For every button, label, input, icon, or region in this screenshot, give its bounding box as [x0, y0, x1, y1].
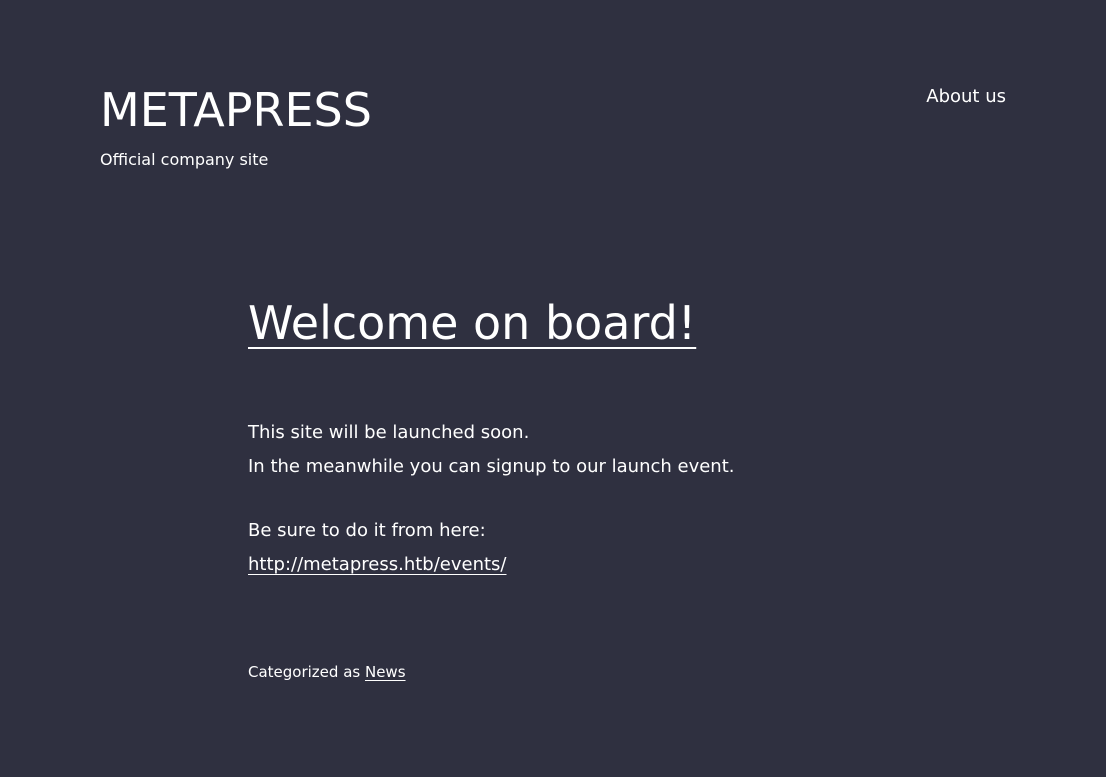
post-events-paragraph: http://metapress.htb/events/ [248, 548, 948, 582]
categorized-label: Categorized as [248, 663, 365, 681]
post-content: This site will be launched soon. In the … [248, 416, 948, 582]
post-line-instruction: Be sure to do it from here: [248, 520, 486, 541]
post-meta: Categorized as News [248, 660, 406, 684]
category-link-news[interactable]: News [365, 663, 406, 681]
nav-link-about-us[interactable]: About us [926, 86, 1006, 107]
post-title: Welcome on board! [248, 290, 948, 356]
site-title[interactable]: METAPRESS [100, 80, 372, 140]
post: Welcome on board! This site will be laun… [248, 290, 948, 681]
post-line-signup: In the meanwhile you can signup to our l… [248, 456, 735, 477]
site-header: METAPRESS Official company site About us [100, 80, 1006, 180]
events-link[interactable]: http://metapress.htb/events/ [248, 554, 507, 575]
post-line-launch: This site will be launched soon. [248, 422, 530, 443]
site-tagline: Official company site [100, 150, 269, 169]
post-title-link[interactable]: Welcome on board! [248, 296, 696, 350]
primary-nav: About us [926, 84, 1006, 110]
